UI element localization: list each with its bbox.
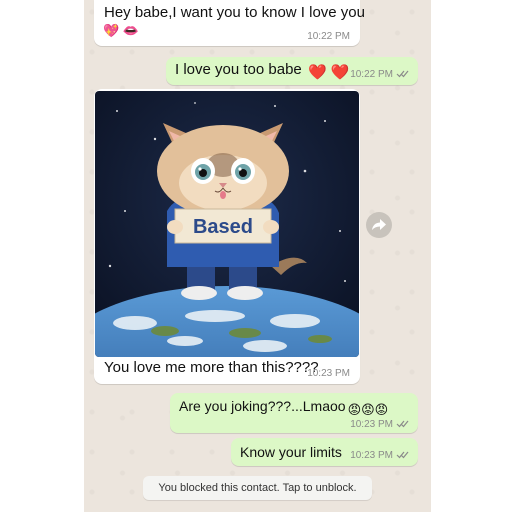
message-time: 10:22 PM [350,69,410,80]
incoming-message[interactable]: Hey babe,I want you to know I love you 💖… [94,0,365,46]
message-text: Hey babe,I want you to know I love you [104,4,365,21]
outgoing-message[interactable]: Are you joking???...Lmaoo 😡😡😡 10:23 PM [170,393,418,433]
message-time: 10:23 PM [350,450,410,461]
message-emoji: 💖 👄 [103,23,139,38]
message-time: 10:23 PM [307,368,350,379]
double-check-icon [396,70,409,78]
double-check-icon [396,451,409,459]
forward-button[interactable] [366,212,392,238]
message-text: You love me more than this???? [104,359,319,376]
sign-text: Based [193,216,253,238]
double-check-icon [396,420,409,428]
outgoing-message[interactable]: I love you too babe ❤️ ❤️ 10:22 PM [166,57,418,85]
shared-image[interactable]: Based [95,91,359,357]
blocked-contact-notice[interactable]: You blocked this contact. Tap to unblock… [143,476,372,500]
message-emoji: ❤️ ❤️ [307,64,350,81]
message-text: I love you too babe ❤️ ❤️ [175,61,350,81]
forward-arrow-icon [372,219,386,230]
outgoing-message[interactable]: Know your limits 10:23 PM [231,438,418,466]
message-time: 10:22 PM [307,31,350,42]
message-text: Know your limits [240,444,342,460]
message-emoji: 😡😡😡 [347,402,389,417]
incoming-image-message[interactable]: Based You love me more than this???? 10:… [94,89,360,384]
message-time: 10:23 PM [350,419,410,430]
message-text: Are you joking???...Lmaoo 😡😡😡 [179,398,389,417]
